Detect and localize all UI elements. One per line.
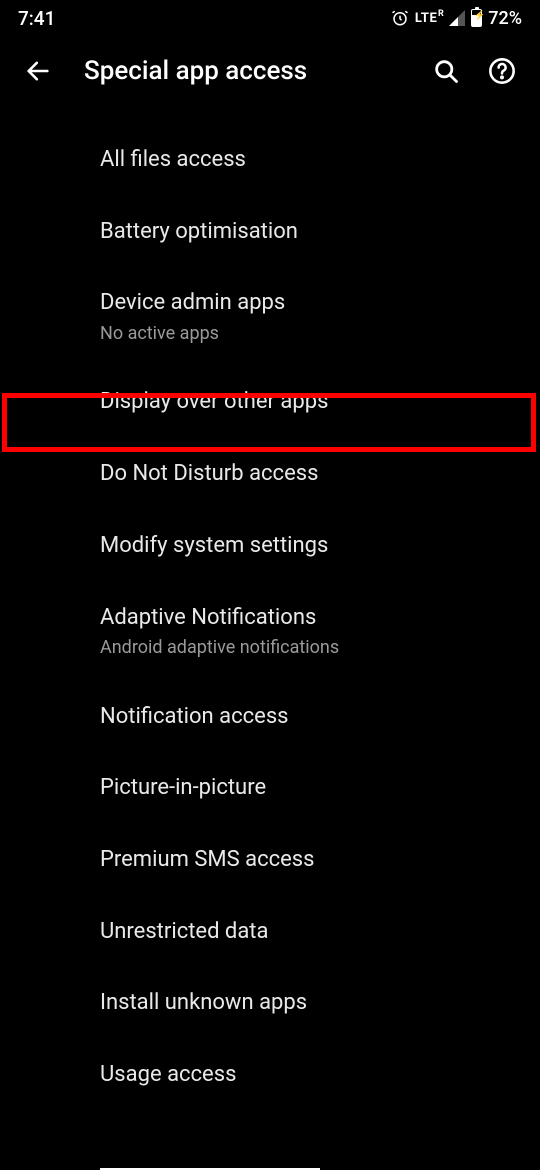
list-item-title: All files access (100, 145, 516, 175)
list-item-title: Notification access (100, 702, 516, 732)
list-item-title: Modify system settings (100, 531, 516, 561)
list-item[interactable]: All files access (0, 124, 540, 196)
list-item-subtitle: No active apps (100, 322, 516, 345)
help-icon (488, 57, 516, 85)
list-item[interactable]: Adaptive Notifications Android adaptive n… (0, 582, 540, 681)
list-item[interactable]: Picture-in-picture (0, 752, 540, 824)
list-item[interactable]: Unrestricted data (0, 896, 540, 968)
page-title: Special app access (84, 56, 400, 86)
list-item[interactable]: Install unknown apps (0, 967, 540, 1039)
list-item[interactable]: Notification access (0, 681, 540, 753)
list-item-title: Install unknown apps (100, 988, 516, 1018)
list-item[interactable]: Premium SMS access (0, 824, 540, 896)
search-icon (432, 57, 460, 85)
list-item[interactable]: Do Not Disturb access (0, 438, 540, 510)
list-item-title: Premium SMS access (100, 845, 516, 875)
list-item-title: Battery optimisation (100, 217, 516, 247)
list-item[interactable]: Usage access (0, 1039, 540, 1111)
list-item[interactable]: Display over other apps (0, 366, 540, 438)
app-bar: Special app access (0, 36, 540, 106)
network-lte-icon: LTER (415, 11, 437, 26)
list-item-title: Usage access (100, 1060, 516, 1090)
battery-percent: 72% (488, 8, 522, 29)
list-item[interactable]: Battery optimisation (0, 196, 540, 268)
status-bar: 7:41 LTER ⚡ 72% (0, 0, 540, 36)
help-button[interactable] (486, 55, 518, 87)
settings-list: All files access Battery optimisation Devi… (0, 106, 540, 1111)
signal-icon (449, 10, 465, 26)
list-item-title: Adaptive Notifications (100, 603, 516, 633)
arrow-back-icon (24, 57, 52, 85)
back-button[interactable] (22, 55, 54, 87)
battery-icon: ⚡ (471, 9, 482, 27)
status-time: 7:41 (18, 7, 55, 30)
list-item[interactable]: Device admin apps No active apps (0, 267, 540, 366)
search-button[interactable] (430, 55, 462, 87)
list-item-title: Device admin apps (100, 288, 516, 318)
list-item-title: Unrestricted data (100, 917, 516, 947)
list-item-title: Do Not Disturb access (100, 459, 516, 489)
list-item-title: Display over other apps (100, 387, 516, 417)
status-right: LTER ⚡ 72% (391, 8, 522, 29)
list-item-subtitle: Android adaptive notifications (100, 636, 516, 659)
list-item[interactable]: Modify system settings (0, 510, 540, 582)
list-item-title: Picture-in-picture (100, 773, 516, 803)
alarm-icon (391, 9, 409, 27)
